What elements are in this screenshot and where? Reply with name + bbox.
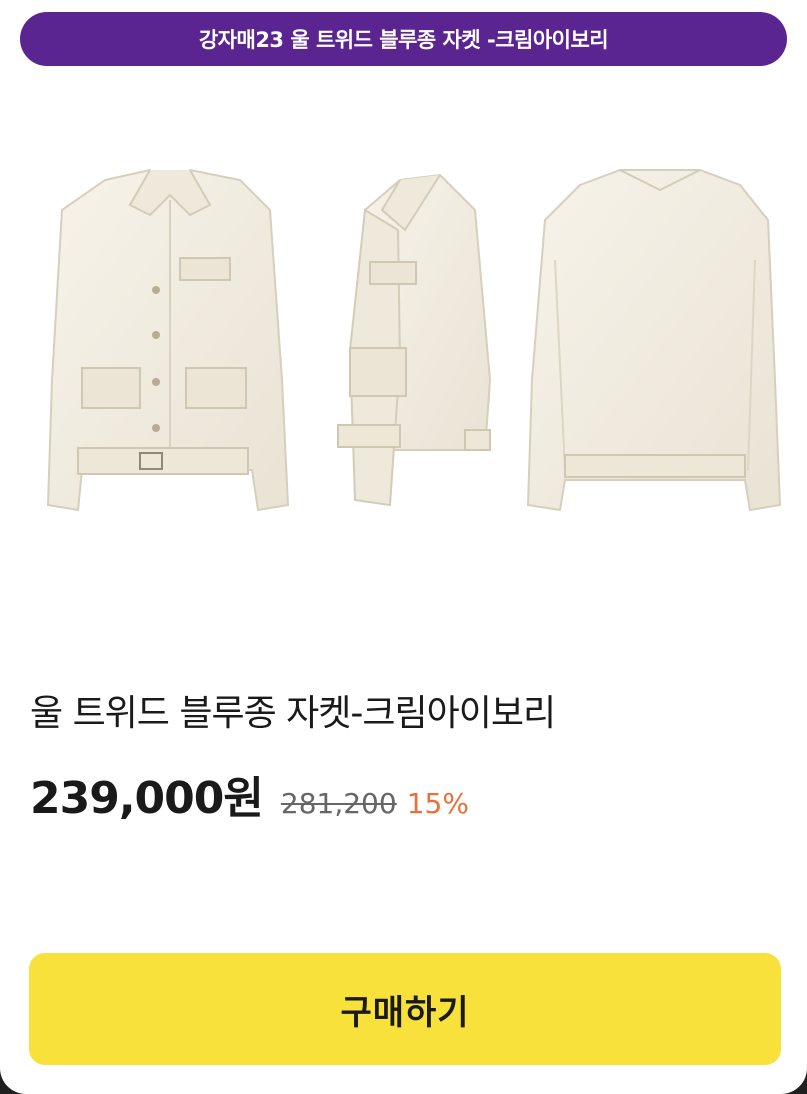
jacket-front-view — [46, 168, 290, 512]
banner-text: 강자매23 울 트위드 블루종 자켓 -크림아이보리 — [198, 28, 609, 52]
sale-price: 239,000원 — [30, 773, 264, 824]
product-image — [46, 168, 782, 512]
jacket-side-view — [337, 173, 492, 507]
price-row: 239,000원 281,200 15% — [30, 762, 469, 826]
original-price: 281,200 — [280, 787, 397, 820]
jacket-back-view — [526, 169, 782, 512]
product-banner: 강자매23 울 트위드 블루종 자켓 -크림아이보리 — [20, 12, 787, 66]
product-card: 강자매23 울 트위드 블루종 자켓 -크림아이보리 울 트위드 블루종 자켓-… — [0, 0, 807, 1094]
buy-button-label: 구매하기 — [340, 992, 470, 1033]
buy-button[interactable]: 구매하기 — [29, 953, 781, 1065]
product-title: 울 트위드 블루종 자켓-크림아이보리 — [30, 693, 556, 734]
discount-rate: 15% — [406, 787, 469, 820]
